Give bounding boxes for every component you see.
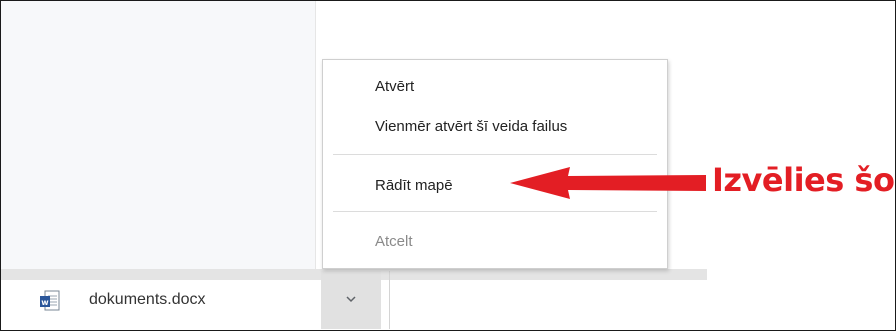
menu-separator [333,154,657,155]
word-document-icon: w [39,290,61,312]
menu-item-open[interactable]: Atvērt [323,75,667,99]
download-shelf: w dokuments.docx [1,271,895,330]
menu-item-cancel: Atcelt [375,233,413,250]
callout-label: Izvēlies šo [712,161,895,199]
svg-text:w: w [41,298,49,307]
download-menu-button[interactable] [321,271,381,329]
menu-item-always-open[interactable]: Vienmēr atvērt šī veida failus [323,115,667,139]
download-context-menu: Atvērt Vienmēr atvērt šī veida failus Rā… [322,59,668,269]
chevron-down-icon [345,293,357,308]
download-item[interactable]: w dokuments.docx [1,280,319,330]
menu-separator [333,211,657,212]
shelf-separator [389,271,390,329]
download-file-name: dokuments.docx [89,291,206,308]
page-left-pane [1,1,316,269]
red-arrow-annotation [510,167,706,199]
